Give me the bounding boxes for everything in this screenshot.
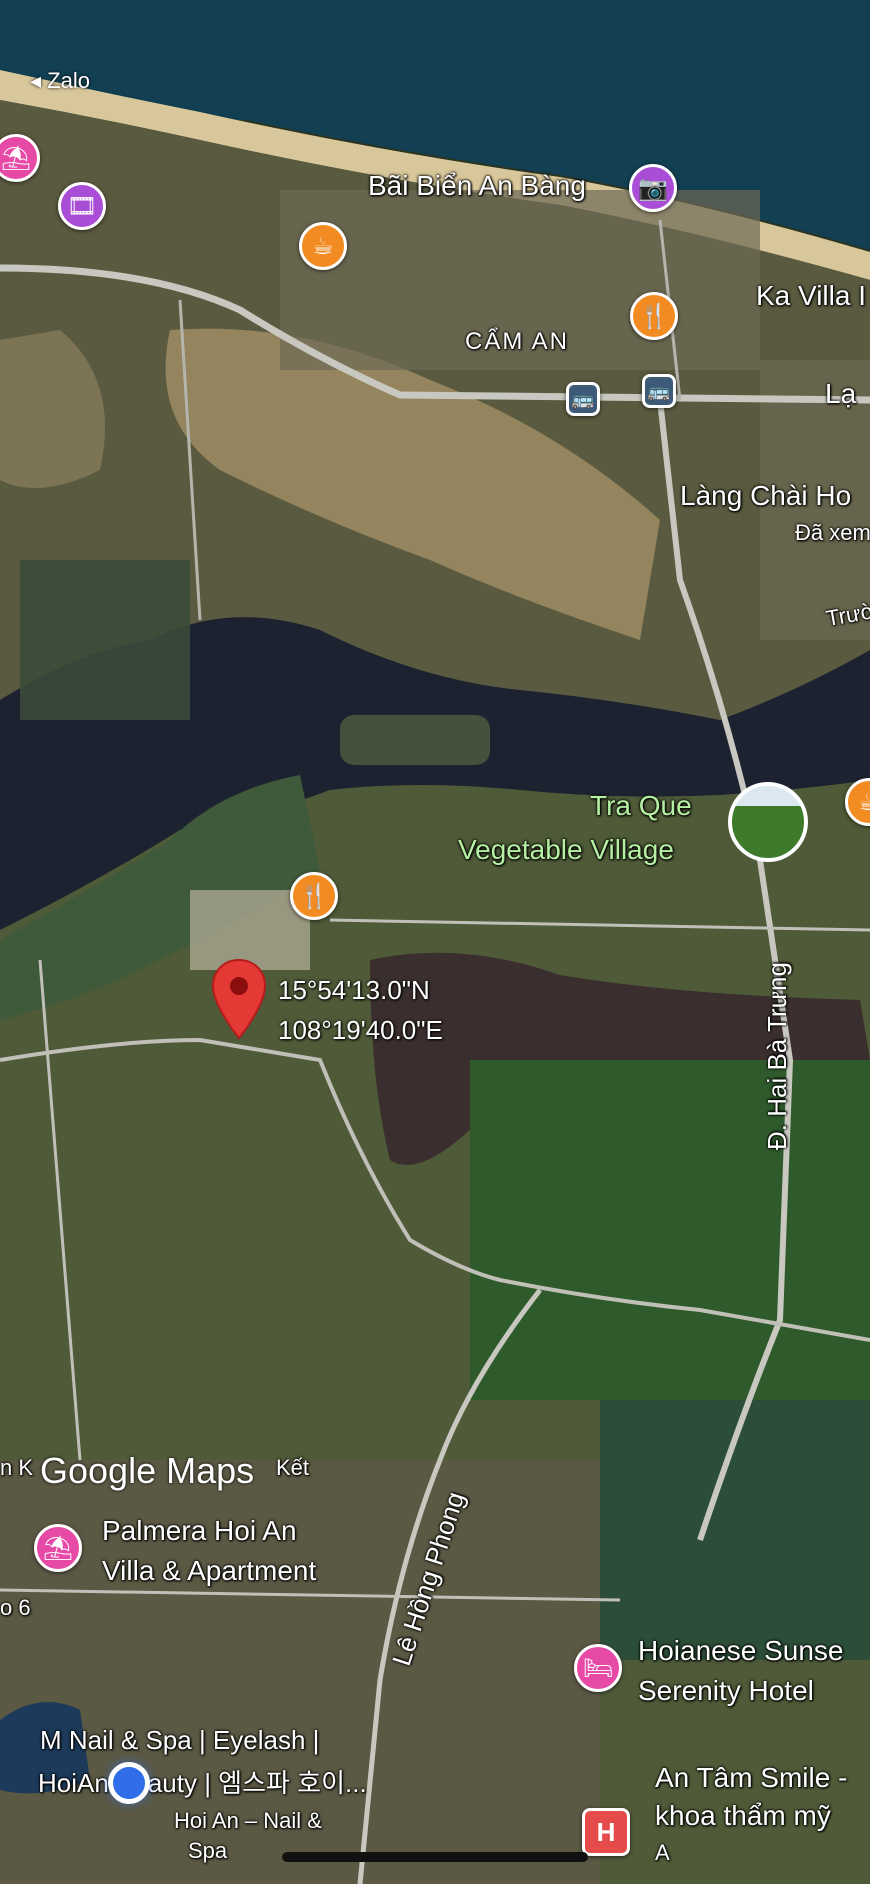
label-palmera-line1[interactable]: Palmera Hoi An [102, 1515, 297, 1547]
label-mnail-line2[interactable]: HoiAn Beauty | 엠스파 호이... [38, 1763, 367, 1800]
label-so6: o 6 [0, 1595, 31, 1620]
film-icon[interactable]: 🎞 [58, 182, 106, 230]
label-antam-line1[interactable]: An Tâm Smile - [655, 1762, 847, 1794]
island-ponds [340, 715, 490, 765]
camera-icon[interactable]: 📷 [629, 164, 677, 212]
coffee-icon[interactable]: ☕ [299, 222, 347, 270]
label-an-bang-beach[interactable]: Bãi Biển An Bàng [368, 170, 586, 202]
home-indicator[interactable] [282, 1852, 588, 1862]
label-hoian-nail-line1[interactable]: Hoi An – Nail & [174, 1808, 322, 1834]
coordinates-readout: 15°54'13.0"N 108°19'40.0"E [278, 970, 443, 1050]
fork-knife-icon[interactable]: 🍴 [290, 872, 338, 920]
label-antam-line3[interactable]: A [655, 1840, 670, 1866]
fork-knife-icon[interactable]: 🍴 [630, 292, 678, 340]
rice-fields [470, 1060, 870, 1400]
tra-que-photo-thumbnail[interactable] [728, 782, 808, 862]
label-lang-chai-visited: Đã xem [795, 520, 870, 545]
label-road-hai-ba-trung: Đ. Hai Bà Trưng [762, 962, 792, 1150]
label-cam-an: CẨM AN [465, 328, 570, 355]
longitude-text: 108°19'40.0"E [278, 1015, 443, 1045]
back-to-zalo-button[interactable]: ◂ Zalo [30, 68, 90, 94]
label-road-la: Lạ [825, 378, 857, 409]
label-lang-chai[interactable]: Làng Chài Ho [680, 480, 851, 512]
label-mnail-line1[interactable]: M Nail & Spa | Eyelash | [40, 1725, 319, 1756]
label-hoianese-line2[interactable]: Serenity Hotel [638, 1675, 814, 1707]
label-ket: Kết [276, 1455, 310, 1480]
beach-umbrella-icon[interactable]: ⛱ [34, 1524, 82, 1572]
bus-icon[interactable]: 🚌 [642, 374, 676, 408]
bus-icon[interactable]: 🚌 [566, 382, 600, 416]
my-location-dot[interactable] [108, 1762, 150, 1804]
label-palmera-line2[interactable]: Villa & Apartment [102, 1555, 316, 1587]
fish-ponds-north [20, 560, 190, 720]
label-n-k: n K [0, 1455, 34, 1480]
dropped-pin-icon[interactable] [210, 958, 268, 1042]
label-hoian-nail-line2[interactable]: Spa [188, 1838, 227, 1864]
label-tra-que-line2[interactable]: Vegetable Village [458, 834, 674, 866]
label-antam-line2[interactable]: khoa thẩm mỹ [655, 1800, 831, 1832]
latitude-text: 15°54'13.0"N [278, 975, 430, 1005]
label-ka-villa[interactable]: Ka Villa I [756, 280, 866, 312]
label-hoianese-line1[interactable]: Hoianese Sunse [638, 1635, 843, 1667]
hospital-icon[interactable]: H [582, 1808, 630, 1856]
google-maps-watermark: Google Maps [40, 1450, 255, 1491]
bed-icon[interactable]: 🛏 [574, 1644, 622, 1692]
label-tra-que-line1[interactable]: Tra Que [590, 790, 692, 822]
